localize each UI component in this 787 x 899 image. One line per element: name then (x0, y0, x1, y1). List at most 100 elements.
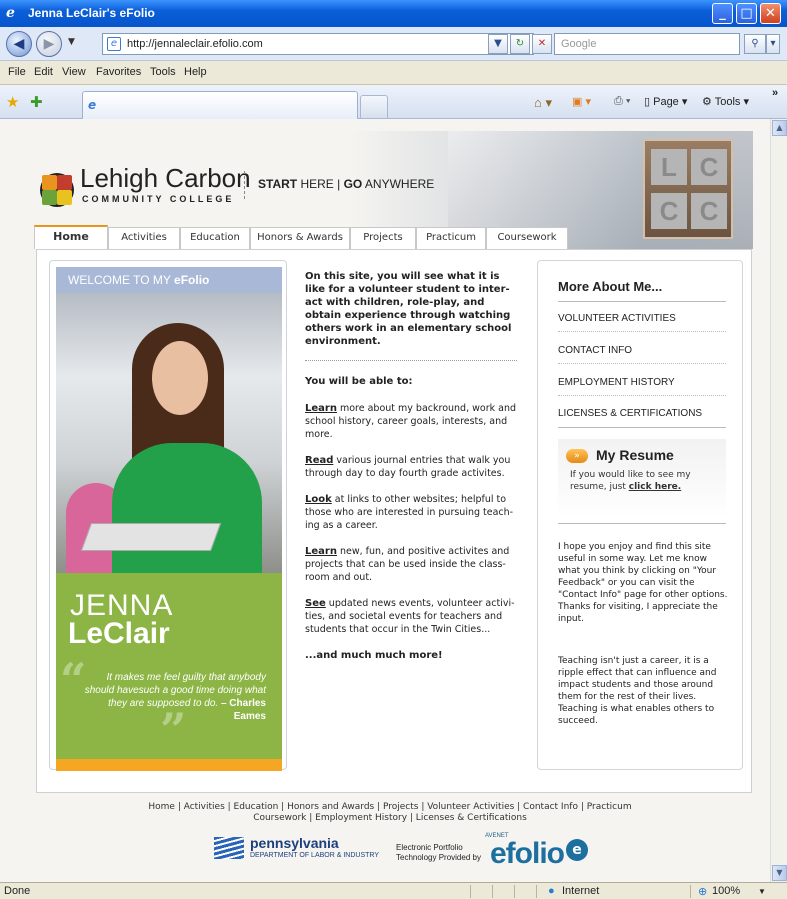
resume-arrow-icon[interactable]: » (566, 449, 588, 463)
resume-text: If you would like to see my resume, just… (570, 469, 720, 493)
zoom-level[interactable]: 100% (712, 885, 740, 897)
close-button[interactable]: ✕ (760, 3, 781, 24)
more-text: ...and much much more! (305, 650, 443, 661)
quote-author: – Charles Eames (218, 698, 266, 722)
nav-tab-coursework[interactable]: Coursework (486, 227, 568, 249)
lcc-sign: L C C C (643, 139, 733, 239)
list-item-text: updated news events, volunteer activi-ti… (305, 598, 515, 635)
resume-title[interactable]: My Resume (596, 447, 674, 463)
accent-bar (56, 759, 282, 771)
list-item-verb[interactable]: Learn (305, 403, 337, 414)
list-item: Read various journal entries that walk y… (305, 454, 517, 480)
welcome-brand: eFolio (174, 273, 210, 287)
menu-file[interactable]: File (8, 66, 26, 78)
tools-menu-button[interactable]: ⚙ Tools ▾ (702, 95, 749, 108)
minimize-button[interactable]: _ (712, 3, 733, 24)
tagline-divider (244, 171, 245, 199)
link-contact-info[interactable]: CONTACT INFO (558, 345, 632, 356)
list-item-verb[interactable]: Look (305, 494, 332, 505)
college-logo-icon[interactable] (40, 173, 74, 207)
menu-bar: File Edit View Favorites Tools Help (0, 61, 787, 85)
browser-tab[interactable]: e (82, 91, 358, 119)
resume-link[interactable]: click here. (629, 482, 681, 492)
address-dropdown-icon[interactable]: ▼ (488, 34, 508, 54)
efolio-credit: Electronic Portfolio Technology Provided… (396, 843, 481, 863)
history-dropdown-icon[interactable]: ▼ (68, 37, 75, 47)
about-divider (558, 301, 726, 302)
footer-links-line1[interactable]: Home | Activities | Education | Honors a… (110, 802, 670, 813)
nav-tab-practicum[interactable]: Practicum (416, 227, 486, 249)
favorites-bar: ★ ✚ e ⌂ ▾ ▣ ▾ ⎙ ▾ ▯ Page ▾ ⚙ Tools ▾ » (0, 85, 787, 119)
ie-icon: e (6, 5, 15, 21)
list-item-text: various journal entries that walk you th… (305, 455, 511, 479)
search-icon[interactable]: ⚲ (744, 34, 766, 54)
scroll-up-icon[interactable]: ▲ (772, 120, 787, 136)
tagline-go: GO (343, 177, 363, 191)
teaching-paragraph: Teaching isn't just a career, it is a ri… (558, 656, 717, 726)
efolio-e-icon[interactable]: e (566, 839, 588, 861)
search-placeholder: Google (561, 38, 597, 50)
add-favorite-icon[interactable]: ✚ (30, 93, 43, 111)
list-item-verb[interactable]: See (305, 598, 326, 609)
zoom-icon[interactable]: ⊕ (698, 885, 707, 898)
feeds-icon[interactable]: ▣ ▾ (572, 95, 591, 108)
name-box: JENNA LeClair “ ” It makes me feel guilt… (56, 573, 282, 759)
tab-favicon-icon: e (88, 98, 97, 112)
search-input[interactable]: Google (554, 33, 740, 55)
profile-panel: WELCOME TO MY eFolio JENNA LeClair “ ” I… (49, 260, 287, 771)
nav-tab-education[interactable]: Education (180, 227, 250, 249)
link-employment-history[interactable]: EMPLOYMENT HISTORY (558, 377, 675, 388)
nav-tab-home[interactable]: Home (34, 225, 108, 249)
toolbar-overflow-chevron[interactable]: » (772, 87, 778, 99)
nav-tab-activities[interactable]: Activities (108, 227, 180, 249)
globe-icon: ● (548, 885, 555, 897)
list-item: Learn more about my backround, work and … (305, 402, 517, 441)
stop-icon[interactable]: ✕ (532, 34, 552, 54)
resume-box: » My Resume If you would like to see my … (558, 439, 726, 519)
list-item-verb[interactable]: Learn (305, 546, 337, 557)
lcc-letter: C (691, 193, 727, 229)
welcome-banner: WELCOME TO MY eFolio (56, 267, 282, 293)
print-icon[interactable]: ⎙ ▾ (614, 95, 630, 108)
menu-help[interactable]: Help (184, 66, 207, 78)
search-options-icon[interactable]: ▾ (766, 34, 780, 54)
efolio-logo[interactable]: efolio (490, 837, 565, 871)
back-button[interactable]: ◀ (6, 31, 32, 57)
efolio-credit-line2: Technology Provided by (396, 853, 481, 862)
about-divider (558, 523, 726, 524)
intro-text: On this site, you will see what it is li… (305, 271, 512, 347)
zone-text: Internet (562, 885, 600, 897)
tools-menu-label: Tools (714, 96, 741, 108)
refresh-icon[interactable]: ↻ (510, 34, 530, 54)
list-item: Learn new, fun, and positive activites a… (305, 545, 517, 584)
vertical-scrollbar[interactable]: ▲ ▼ (770, 119, 787, 882)
status-bar: Done ● Internet ⊕ 100% ▼ (0, 882, 787, 899)
zoom-dropdown-icon[interactable]: ▼ (758, 887, 766, 896)
intro-column: On this site, you will see what it is li… (305, 270, 517, 662)
tagline-anywhere: ANYWHERE (362, 177, 435, 191)
menu-view[interactable]: View (62, 66, 86, 78)
tagline-start: START (258, 177, 298, 191)
footer-links-line2[interactable]: Coursework | Employment History | Licens… (110, 813, 670, 824)
link-licenses[interactable]: LICENSES & CERTIFICATIONS (558, 408, 702, 419)
lcc-letter: C (691, 149, 727, 185)
nav-tab-projects[interactable]: Projects (350, 227, 416, 249)
college-name[interactable]: Lehigh Carbon (80, 163, 251, 194)
menu-edit[interactable]: Edit (34, 66, 53, 78)
favorites-star-icon[interactable]: ★ (6, 93, 19, 111)
list-item-verb[interactable]: Read (305, 455, 333, 466)
nav-tab-honors[interactable]: Honors & Awards (250, 227, 350, 249)
menu-tools[interactable]: Tools (150, 66, 176, 78)
address-field[interactable]: e http://jennaleclair.efolio.com (102, 33, 534, 55)
page-menu-button[interactable]: ▯ Page ▾ (644, 95, 687, 108)
scroll-down-icon[interactable]: ▼ (772, 865, 787, 881)
address-url: http://jennaleclair.efolio.com (127, 38, 263, 50)
link-volunteer-activities[interactable]: VOLUNTEER ACTIVITIES (558, 313, 676, 324)
welcome-prefix: WELCOME TO MY (68, 273, 175, 287)
quote: It makes me feel guilty that anybody sho… (76, 671, 266, 723)
menu-favorites[interactable]: Favorites (96, 66, 141, 78)
maximize-button[interactable]: □ (736, 3, 757, 24)
home-icon[interactable]: ⌂ ▾ (534, 95, 552, 111)
forward-button[interactable]: ▶ (36, 31, 62, 57)
new-tab-button[interactable] (360, 95, 388, 119)
